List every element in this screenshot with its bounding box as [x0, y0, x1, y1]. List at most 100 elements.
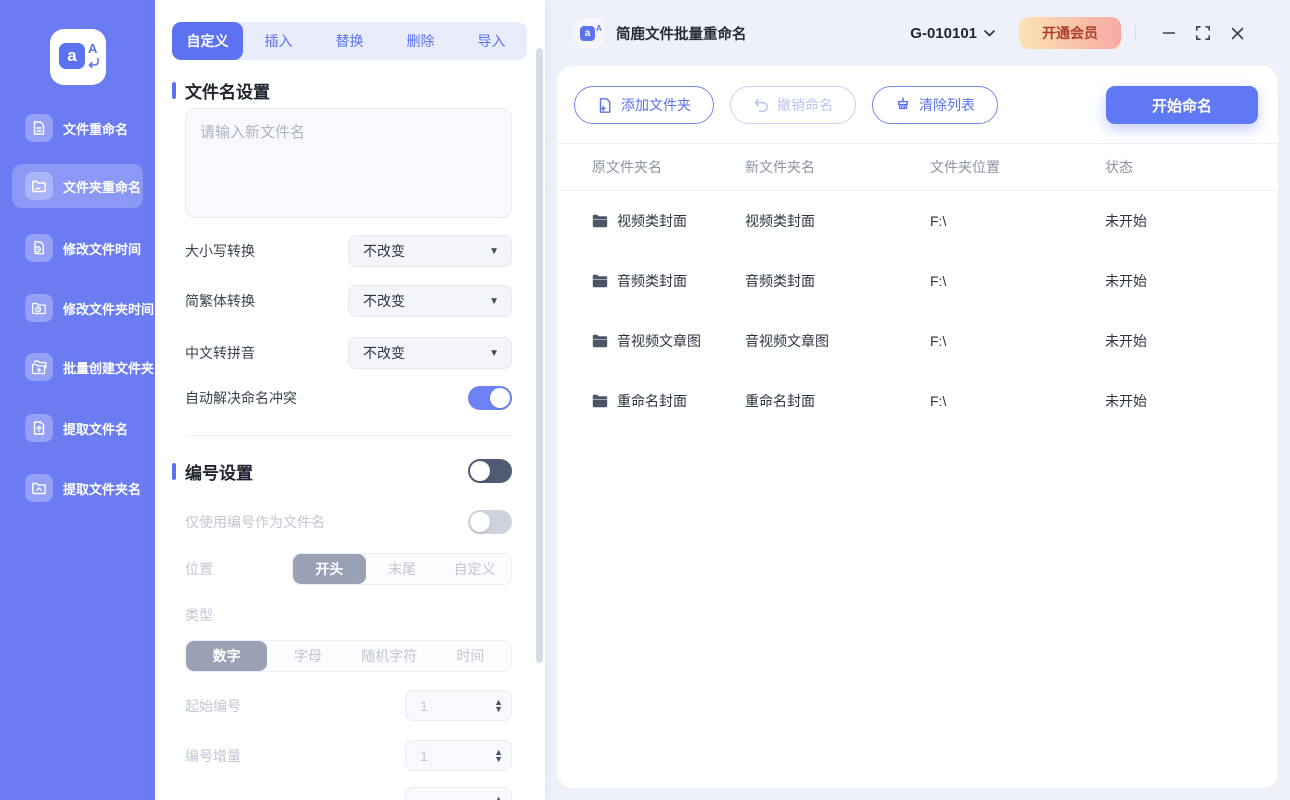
close-icon: [1231, 27, 1243, 39]
folder-extract-icon: [25, 474, 53, 502]
type-option-random[interactable]: 随机字符: [349, 641, 430, 671]
position-option-end[interactable]: 末尾: [366, 554, 439, 584]
type-option-number[interactable]: 数字: [186, 641, 268, 671]
cell-status: 未开始: [1105, 333, 1147, 349]
sidebar-item-folder-rename[interactable]: 文件夹重命名: [12, 164, 143, 208]
start-number-input[interactable]: [420, 697, 470, 714]
accent-bar: [172, 462, 176, 480]
main-panel: a A 简鹿文件批量重命名 G-010101 开通会员 添加文件夹 撤销命名 清…: [545, 0, 1290, 800]
type-option-letter[interactable]: 字母: [267, 641, 348, 671]
traditional-convert-select[interactable]: 不改变 ▼: [348, 285, 512, 317]
numbering-settings-header: 编号设置: [172, 458, 512, 484]
sidebar-item-label: 批量创建文件夹: [63, 360, 155, 376]
vip-button[interactable]: 开通会员: [1019, 17, 1121, 49]
sidebar-item-label: 修改文件时间: [63, 241, 142, 257]
cell-new-name: 音视频文章图: [745, 333, 829, 349]
field-label: 自动解决命名冲突: [185, 390, 297, 406]
sidebar-item-extract-foldername[interactable]: 提取文件夹名: [12, 466, 143, 510]
folder-icon: [592, 334, 608, 348]
original-name-text: 音频类封面: [617, 273, 687, 289]
position-option-custom[interactable]: 自定义: [438, 554, 511, 584]
titlebar-divider: [1135, 26, 1136, 40]
cell-status: 未开始: [1105, 393, 1147, 409]
app-logo: a A: [50, 29, 106, 85]
tab-custom[interactable]: 自定义: [172, 22, 243, 60]
case-convert-select[interactable]: 不改变 ▼: [348, 235, 512, 267]
table-row[interactable]: 音频类封面 音频类封面 F:\ 未开始: [557, 251, 1278, 311]
type-label-row: 类型: [185, 606, 512, 624]
table-row[interactable]: 音视频文章图 音视频文章图 F:\ 未开始: [557, 311, 1278, 371]
version-selector[interactable]: G-010101: [910, 25, 995, 42]
increment-row: 编号增量 ▲▼: [185, 740, 512, 771]
clear-list-button[interactable]: 清除列表: [872, 86, 998, 124]
spinner-arrows-icon[interactable]: ▲▼: [494, 747, 503, 763]
sidebar-item-file-rename[interactable]: 文件重命名: [12, 106, 143, 150]
cell-original: 视频类封面: [592, 211, 745, 231]
panel-scrollbar[interactable]: [536, 48, 543, 663]
tab-replace[interactable]: 替换: [314, 22, 385, 60]
original-name-text: 视频类封面: [617, 213, 687, 229]
start-rename-button[interactable]: 开始命名: [1106, 86, 1258, 124]
sidebar-item-folder-time[interactable]: 修改文件夹时间: [12, 286, 154, 330]
original-name-text: 重命名封面: [617, 393, 687, 409]
cell-new-name: 重命名封面: [745, 393, 815, 409]
undo-rename-button[interactable]: 撤销命名: [730, 86, 856, 124]
digits-input[interactable]: [420, 794, 470, 800]
chevron-down-icon: ▼: [489, 295, 499, 307]
digits-row-partial: ▲▼: [185, 787, 512, 800]
only-number-toggle[interactable]: [468, 510, 512, 534]
sidebar-item-file-time[interactable]: 修改文件时间: [12, 226, 143, 270]
section-title: 编号设置: [185, 463, 253, 483]
field-label: 起始编号: [185, 697, 241, 714]
conflict-row: 自动解决命名冲突: [185, 386, 512, 410]
settings-panel: 自定义 插入 替换 删除 导入 文件名设置 大小写转换 不改变 ▼ 简繁体转换 …: [155, 0, 545, 800]
position-option-start[interactable]: 开头: [293, 554, 366, 584]
table-row[interactable]: 视频类封面 视频类封面 F:\ 未开始: [557, 191, 1278, 251]
filename-settings-header: 文件名设置: [172, 78, 270, 103]
col-original-name: 原文件夹名: [592, 159, 662, 175]
chevron-down-icon: [984, 29, 995, 37]
spinner-arrows-icon[interactable]: ▲▼: [494, 697, 503, 713]
undo-icon: [754, 98, 769, 112]
type-option-time[interactable]: 时间: [430, 641, 511, 671]
minimize-button[interactable]: [1152, 16, 1186, 50]
sidebar-item-extract-filename[interactable]: 提取文件名: [12, 406, 143, 450]
increment-input[interactable]: [420, 747, 470, 764]
digits-stepper: ▲▼: [405, 787, 512, 800]
tab-delete[interactable]: 删除: [385, 22, 456, 60]
app-titlebar-icon: a A: [575, 18, 605, 48]
logo-capital-a-glyph: A: [88, 41, 98, 56]
maximize-button[interactable]: [1186, 16, 1220, 50]
select-value: 不改变: [363, 345, 405, 361]
cell-status: 未开始: [1105, 213, 1147, 229]
cell-location: F:\: [930, 213, 947, 229]
conflict-toggle[interactable]: [468, 386, 512, 410]
new-filename-input[interactable]: [185, 108, 512, 218]
tab-import[interactable]: 导入: [456, 22, 527, 60]
numbering-toggle[interactable]: [468, 459, 512, 483]
field-label: 编号增量: [185, 747, 241, 764]
cell-original: 重命名封面: [592, 391, 745, 411]
position-segment-control: 开头 末尾 自定义: [292, 553, 512, 585]
field-label: 简繁体转换: [185, 293, 255, 309]
logo-arrow-icon: [88, 58, 99, 69]
spinner-arrows-icon[interactable]: ▲▼: [494, 794, 503, 800]
close-button[interactable]: [1220, 16, 1254, 50]
field-label: 大小写转换: [185, 243, 255, 259]
sidebar-item-label: 提取文件名: [63, 421, 129, 437]
select-value: 不改变: [363, 243, 405, 259]
field-label: 仅使用编号作为文件名: [185, 514, 325, 530]
section-title: 文件名设置: [185, 83, 270, 102]
field-label: 位置: [185, 561, 213, 577]
start-number-row: 起始编号 ▲▼: [185, 690, 512, 721]
toggle-knob: [490, 388, 510, 408]
table-row[interactable]: 重命名封面 重命名封面 F:\ 未开始: [557, 371, 1278, 431]
file-rename-icon: [25, 114, 53, 142]
folder-time-icon: [25, 294, 53, 322]
sidebar-item-batch-create-folder[interactable]: 批量创建文件夹: [12, 345, 154, 389]
pinyin-convert-select[interactable]: 不改变 ▼: [348, 337, 512, 369]
col-new-name: 新文件夹名: [745, 159, 815, 175]
tab-insert[interactable]: 插入: [243, 22, 314, 60]
cell-original: 音频类封面: [592, 271, 745, 291]
add-folder-button[interactable]: 添加文件夹: [574, 86, 714, 124]
